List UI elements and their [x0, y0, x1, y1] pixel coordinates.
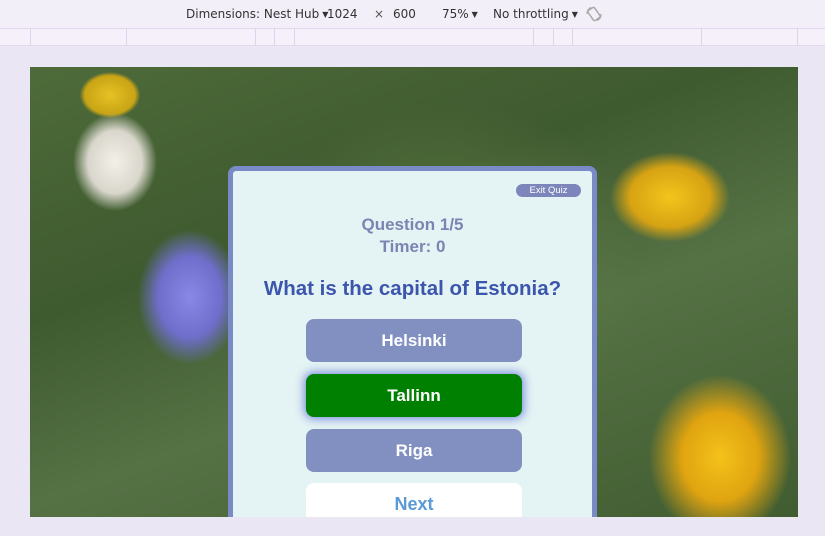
exit-quiz-button[interactable]: Exit Quiz [516, 184, 581, 197]
ruler-tick [572, 29, 573, 45]
timer: Timer: 0 [379, 237, 446, 256]
ruler-tick [701, 29, 702, 45]
ruler-tick [30, 29, 31, 45]
ruler-tick [126, 29, 127, 45]
times-icon: × [374, 7, 385, 21]
dimensions-dropdown[interactable]: Dimensions: Nest Hub ▼ [186, 7, 328, 22]
devtools-device-toolbar: Dimensions: Nest Hub ▼ 1024 × 600 75% ▼ No… [0, 0, 825, 28]
question-counter: Question 1/5 [361, 215, 464, 234]
ruler-tick [294, 29, 295, 45]
ruler-tick [255, 29, 256, 45]
height-input[interactable]: 600 [393, 7, 416, 21]
device-viewport: Exit Quiz Question 1/5 Timer: 0 What is … [30, 67, 798, 517]
rotate-icon[interactable] [585, 5, 603, 26]
throttling-label: No throttling [493, 7, 569, 21]
quiz-card: Exit Quiz Question 1/5 Timer: 0 What is … [228, 166, 597, 517]
media-query-ruler [0, 28, 825, 46]
ruler-tick [274, 29, 275, 45]
answer-button-riga[interactable]: Riga [306, 429, 522, 472]
question-text: What is the capital of Estonia? [263, 277, 562, 300]
answer-button-tallinn[interactable]: Tallinn [306, 374, 522, 417]
chevron-down-icon: ▼ [571, 10, 578, 19]
answer-button-helsinki[interactable]: Helsinki [306, 319, 522, 362]
chevron-down-icon: ▼ [471, 10, 478, 19]
next-button[interactable]: Next [306, 483, 522, 517]
zoom-dropdown[interactable]: 75% ▼ [442, 7, 478, 22]
dimensions-label: Dimensions: Nest Hub [186, 7, 320, 21]
ruler-tick [553, 29, 554, 45]
width-input[interactable]: 1024 [327, 7, 358, 21]
ruler-tick [533, 29, 534, 45]
ruler-tick [797, 29, 798, 45]
throttling-dropdown[interactable]: No throttling ▼ [493, 7, 578, 22]
rotate-icon-svg [586, 6, 602, 22]
zoom-label: 75% [442, 7, 469, 21]
